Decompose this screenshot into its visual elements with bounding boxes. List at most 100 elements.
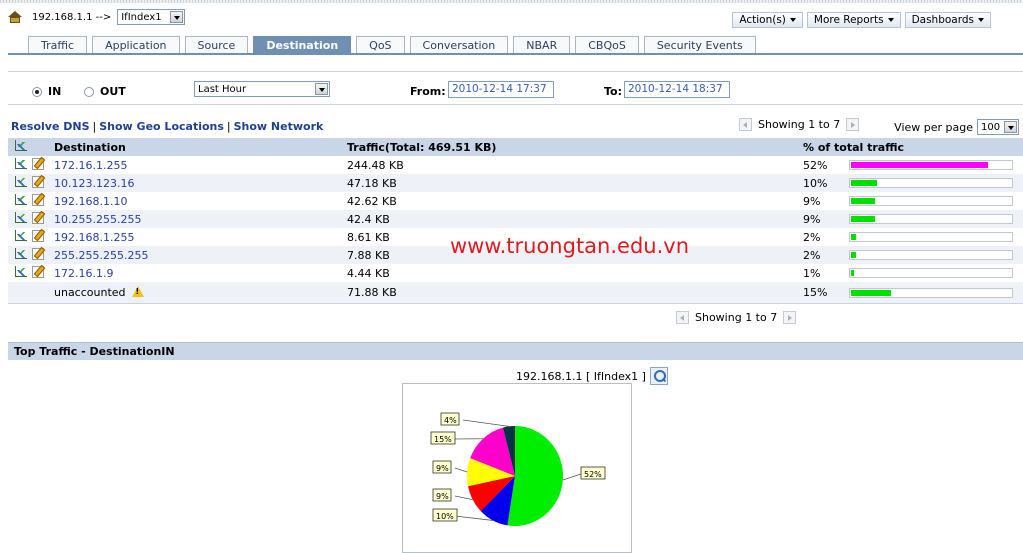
tab-conversation[interactable]: Conversation [410, 36, 509, 54]
prev-page-icon[interactable] [739, 118, 752, 131]
percent-bar-fill [851, 290, 891, 296]
tab-security-events[interactable]: Security Events [644, 36, 756, 54]
to-date-input[interactable]: 2010-12-14 18:37 [624, 81, 730, 98]
percent-bar-fill [851, 216, 875, 222]
destination-link[interactable]: 255.255.255.255 [54, 249, 148, 262]
per-page-select[interactable]: 100 [977, 119, 1019, 135]
destination-link[interactable]: 172.16.1.255 [54, 159, 127, 172]
actions-menu-button[interactable]: Action(s) [732, 12, 803, 28]
watermark-text: www.truongtan.edu.vn [450, 234, 689, 258]
table-row: 172.16.1.255 244.48 KB 52% [8, 156, 1023, 174]
chevron-down-icon [170, 11, 183, 23]
dashboards-menu-button[interactable]: Dashboards [905, 12, 991, 28]
next-page-icon[interactable] [846, 118, 859, 131]
interface-select[interactable]: IfIndex1 [117, 9, 185, 25]
destination-link[interactable]: 172.16.1.9 [54, 267, 113, 280]
percent-value: 10% [803, 177, 849, 190]
pie-slice[interactable] [507, 426, 563, 526]
pie-label-leader [563, 474, 581, 480]
percent-bar [849, 288, 1013, 298]
prev-page-icon[interactable] [676, 311, 689, 324]
edit-icon[interactable] [32, 212, 44, 224]
percent-value: 9% [803, 195, 849, 208]
panel-title: Top Traffic - DestinationIN [8, 342, 1023, 360]
edit-icon[interactable] [32, 176, 44, 188]
edit-icon[interactable] [32, 266, 44, 278]
graph-icon[interactable] [15, 176, 27, 187]
traffic-value: 42.62 KB [347, 195, 803, 208]
show-geo-locations-link[interactable]: Show Geo Locations [99, 120, 224, 133]
pie-label: 15% [434, 435, 452, 444]
zoom-icon[interactable] [650, 367, 668, 385]
graph-icon[interactable] [15, 212, 27, 223]
from-date-input[interactable]: 2010-12-14 17:37 [448, 81, 554, 98]
percent-value: 52% [803, 159, 849, 172]
pie-label-leader [455, 496, 473, 500]
percent-value: 2% [803, 249, 849, 262]
traffic-value: 47.18 KB [347, 177, 803, 190]
pie-chart-svg: 52%10%9%9%15%4% [403, 384, 631, 539]
tab-traffic[interactable]: Traffic [28, 36, 87, 54]
graph-icon[interactable] [15, 266, 27, 277]
edit-icon[interactable] [32, 158, 44, 170]
resolve-dns-link[interactable]: Resolve DNS [11, 120, 90, 133]
destination-link[interactable]: 192.168.1.255 [54, 231, 134, 244]
graph-icon[interactable] [15, 248, 27, 259]
col-destination[interactable]: Destination [54, 141, 347, 154]
table-header: Destination Traffic(Total: 469.51 KB) % … [8, 138, 1023, 156]
percent-value: 2% [803, 231, 849, 244]
pie-label: 9% [436, 492, 449, 501]
more-reports-menu-button[interactable]: More Reports [807, 12, 901, 28]
edit-icon[interactable] [32, 248, 44, 260]
warning-icon [132, 286, 144, 297]
percent-bar [849, 214, 1013, 224]
top-border [0, 0, 1023, 3]
out-radio[interactable]: OUT [84, 85, 126, 98]
in-radio[interactable]: IN [32, 85, 61, 98]
graph-icon[interactable] [15, 140, 27, 151]
col-traffic[interactable]: Traffic(Total: 469.51 KB) [347, 141, 803, 154]
traffic-value: 71.88 KB [347, 286, 803, 299]
show-network-link[interactable]: Show Network [234, 120, 324, 133]
actions-menu-label: Action(s) [739, 14, 786, 26]
tab-source[interactable]: Source [185, 36, 249, 54]
percent-bar [849, 250, 1013, 260]
percent-value: 15% [803, 286, 849, 299]
tab-cbqos[interactable]: CBQoS [575, 36, 639, 54]
edit-icon[interactable] [32, 230, 44, 242]
period-select[interactable]: Last Hour [194, 81, 330, 97]
graph-icon[interactable] [15, 158, 27, 169]
tab-destination[interactable]: Destination [253, 36, 351, 54]
to-label: To: [604, 85, 622, 98]
table-row: 10.255.255.255 42.4 KB 9% [8, 210, 1023, 228]
destination-link[interactable]: 192.168.1.10 [54, 195, 127, 208]
showing-text: Showing 1 to 7 [758, 118, 840, 131]
pie-label-leader [455, 468, 467, 472]
graph-icon[interactable] [15, 230, 27, 241]
tab-application[interactable]: Application [92, 36, 179, 54]
top-pager: Showing 1 to 7 [733, 118, 865, 131]
percent-bar-fill [851, 162, 988, 168]
graph-icon[interactable] [15, 194, 27, 205]
table-row: 192.168.1.10 42.62 KB 9% [8, 192, 1023, 210]
next-page-icon[interactable] [783, 311, 796, 324]
destination-link[interactable]: 10.255.255.255 [54, 213, 141, 226]
breadcrumb: 192.168.1.1 --> IfIndex1 [8, 8, 185, 26]
showing-text: Showing 1 to 7 [695, 311, 777, 324]
percent-bar-fill [851, 270, 854, 276]
col-percent[interactable]: % of total traffic [803, 141, 849, 154]
percent-bar-fill [851, 198, 875, 204]
tab-qos[interactable]: QoS [356, 36, 404, 54]
report-menus: Action(s) More Reports Dashboards [732, 12, 991, 28]
percent-bar [849, 268, 1013, 278]
from-label: From: [410, 85, 446, 98]
filter-bar: IN OUT Last Hour From: 2010-12-14 17:37 … [8, 71, 1023, 105]
percent-value: 9% [803, 213, 849, 226]
edit-icon[interactable] [32, 194, 44, 206]
percent-bar [849, 178, 1013, 188]
tab-nbar[interactable]: NBAR [513, 36, 570, 54]
pie-label: 4% [444, 416, 457, 425]
home-icon[interactable] [8, 11, 22, 23]
report-tabs: Traffic Application Source Destination Q… [28, 36, 761, 54]
destination-link[interactable]: 10.123.123.16 [54, 177, 134, 190]
